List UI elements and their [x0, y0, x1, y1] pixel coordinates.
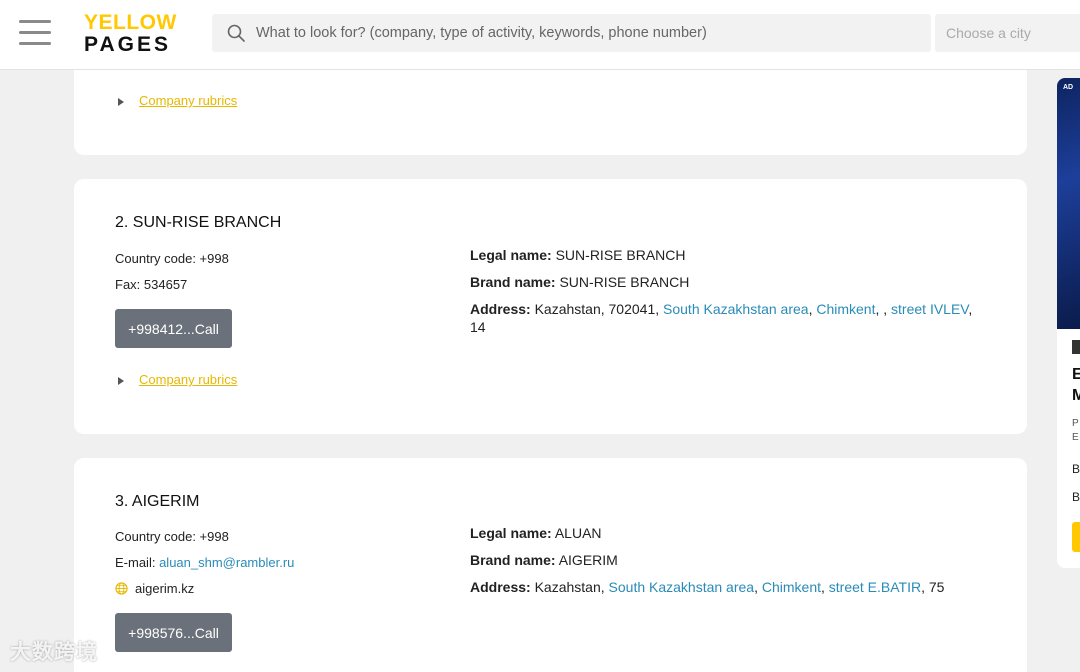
ad-panel[interactable]: AD E M P E B B [1057, 78, 1080, 568]
company-rubrics-toggle[interactable]: Company rubrics [118, 372, 237, 387]
brand-name: Brand name: AIGERIM [470, 551, 990, 569]
logo[interactable]: YELLOW PAGES [84, 12, 177, 55]
company-card-3: 3. AIGERIM Country code: +998 E-mail: al… [74, 458, 1027, 672]
country-code: Country code: +998 [115, 251, 229, 266]
company-rubrics-toggle[interactable]: Company rubrics [118, 93, 237, 108]
address-street-link[interactable]: street IVLEV [891, 301, 968, 317]
city-input[interactable] [946, 14, 1080, 52]
menu-icon[interactable] [19, 20, 51, 46]
address-label: Address: [470, 579, 531, 595]
company-card-2: 2. SUN-RISE BRANCH Country code: +998 Fa… [74, 179, 1027, 434]
legal-name: Legal name: SUN-RISE BRANCH [470, 246, 990, 264]
ad-badge: AD [1063, 84, 1074, 91]
legal-name-value: SUN-RISE BRANCH [555, 247, 686, 263]
search-bar [212, 14, 931, 52]
address-area-link[interactable]: South Kazakhstan area [609, 579, 755, 595]
address-prefix: Kazahstan, [534, 579, 605, 595]
logo-yellow: YELLOW [84, 11, 177, 34]
globe-icon [115, 582, 128, 595]
ad-text-2: E [1072, 432, 1079, 443]
address-number: 75 [928, 579, 945, 595]
logo-pages: PAGES [84, 33, 171, 56]
country-code: Country code: +998 [115, 529, 229, 544]
call-button[interactable]: +998576...Call [115, 613, 232, 652]
address-city-link[interactable]: Chimkent [816, 301, 875, 317]
call-button[interactable]: +998412...Call [115, 309, 232, 348]
brand-name-value: SUN-RISE BRANCH [559, 274, 690, 290]
address-number: 14 [470, 319, 486, 335]
legal-name-value: ALUAN [554, 525, 602, 541]
brand-name: Brand name: SUN-RISE BRANCH [470, 273, 990, 291]
ad-image[interactable] [1057, 78, 1080, 329]
website-link[interactable]: aigerim.kz [135, 581, 194, 596]
company-title[interactable]: 2. SUN-RISE BRANCH [115, 214, 281, 232]
ad-item-1: B [1072, 462, 1080, 476]
ad-item-2: B [1072, 490, 1080, 504]
ad-heading-1: E [1072, 366, 1080, 383]
email: E-mail: aluan_shm@rambler.ru [115, 555, 294, 570]
legal-name-label: Legal name: [470, 525, 552, 541]
ad-cta-button[interactable] [1072, 522, 1080, 552]
address: Address: Kazahstan, South Kazakhstan are… [470, 579, 945, 595]
address-street-link[interactable]: street E.BATIR [829, 579, 921, 595]
city-selector [935, 14, 1080, 52]
fax: Fax: 534657 [115, 277, 188, 292]
search-icon [227, 24, 245, 42]
watermark: 大数跨境 [10, 641, 98, 664]
company-rubrics-link[interactable]: Company rubrics [139, 372, 237, 387]
ad-text-1: P [1072, 418, 1079, 429]
company-rubrics-link[interactable]: Company rubrics [139, 93, 237, 108]
ad-logo [1072, 340, 1080, 354]
email-link[interactable]: aluan_shm@rambler.ru [159, 555, 294, 570]
ad-heading-2: M [1072, 387, 1080, 404]
brand-name-value: AIGERIM [558, 552, 618, 568]
company-title[interactable]: 3. AIGERIM [115, 493, 199, 511]
address-prefix: Kazahstan, 702041, [534, 301, 660, 317]
address: Address: Kazahstan, 702041, South Kazakh… [470, 301, 973, 335]
legal-name-label: Legal name: [470, 247, 552, 263]
brand-name-label: Brand name: [470, 552, 556, 568]
legal-name: Legal name: ALUAN [470, 524, 990, 542]
triangle-right-icon [118, 97, 124, 106]
address-area-link[interactable]: South Kazakhstan area [663, 301, 809, 317]
search-input[interactable] [256, 14, 916, 52]
website: aigerim.kz [115, 581, 194, 596]
header: YELLOW PAGES [0, 0, 1080, 70]
address-city-link[interactable]: Chimkent [762, 579, 821, 595]
triangle-right-icon [118, 376, 124, 385]
address-label: Address: [470, 301, 531, 317]
email-label: E-mail: [115, 555, 156, 570]
brand-name-label: Brand name: [470, 274, 556, 290]
